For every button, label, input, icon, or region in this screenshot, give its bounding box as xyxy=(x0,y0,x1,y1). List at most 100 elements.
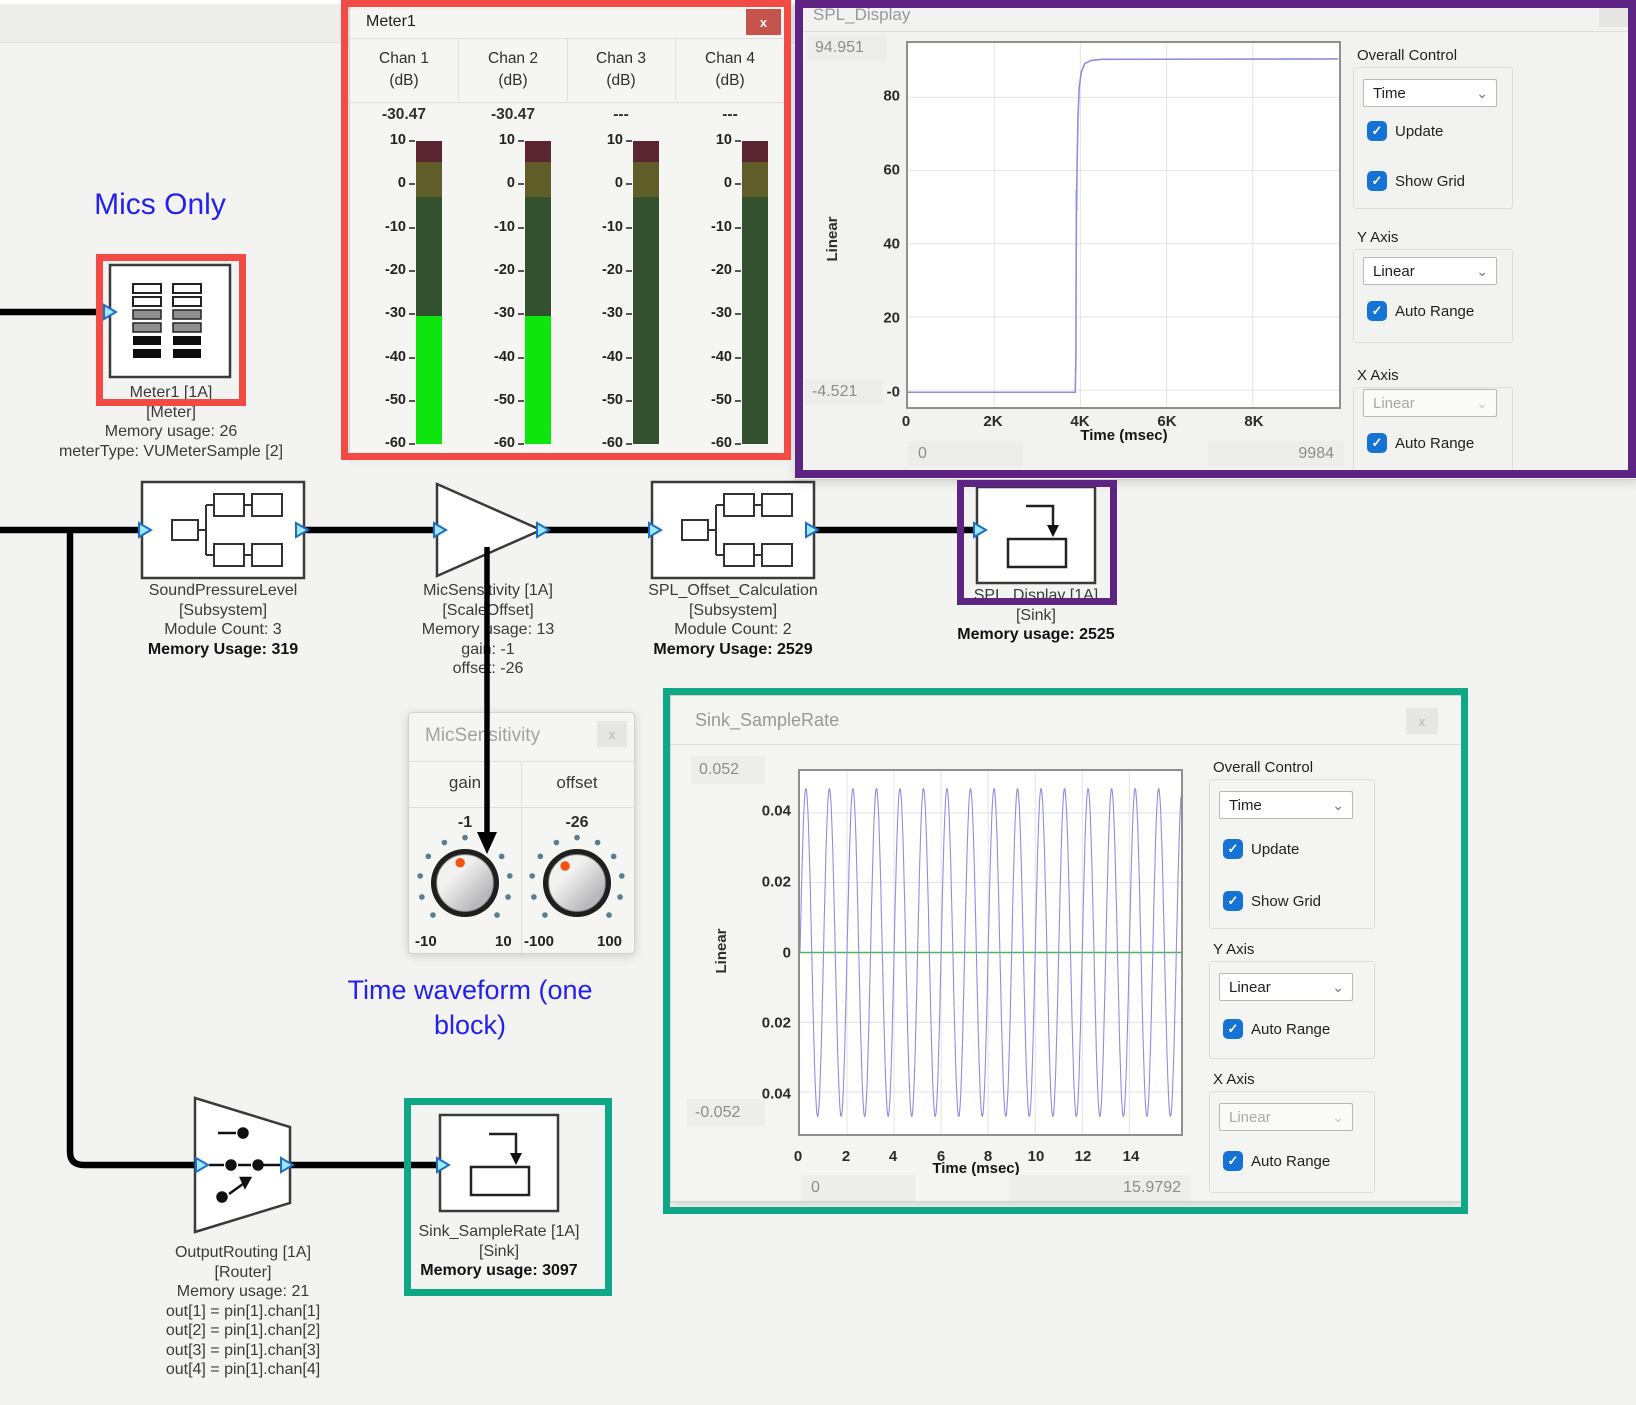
knob-value: -1 xyxy=(411,814,519,832)
grid-lines xyxy=(908,43,1339,407)
show-grid-checkbox[interactable] xyxy=(1223,891,1243,911)
update-label: Update xyxy=(1395,123,1443,140)
x-auto-range-label: Auto Range xyxy=(1251,1153,1330,1170)
y-tick: 0.04 xyxy=(743,1086,791,1103)
knob-name: gain xyxy=(411,773,519,793)
mic-sensitivity-window: MicSensitivity x gain offset -1 -26 xyxy=(408,712,635,954)
x-auto-range-checkbox[interactable] xyxy=(1367,433,1387,453)
overall-control-label: Overall Control xyxy=(1213,759,1313,776)
y-auto-range-label: Auto Range xyxy=(1395,303,1474,320)
channel-value: --- xyxy=(567,106,675,124)
y-scale-dropdown[interactable]: Linear xyxy=(1219,973,1353,1001)
knob-max: 10 xyxy=(495,933,512,950)
channel-unit: (dB) xyxy=(350,72,458,90)
x-tick: 10 xyxy=(1028,1148,1045,1165)
x-end-value: 9984 xyxy=(1208,441,1344,467)
meter1-window-title: Meter1 xyxy=(366,13,416,31)
channel-unit: (dB) xyxy=(676,72,784,90)
sink-samplerate-window-title: Sink_SampleRate xyxy=(695,710,839,731)
meter1-block[interactable] xyxy=(110,265,230,377)
x-auto-range-checkbox[interactable] xyxy=(1223,1151,1243,1171)
x-tick: 8K xyxy=(1244,413,1263,430)
y-auto-range-label: Auto Range xyxy=(1251,1021,1330,1038)
x-tick: 12 xyxy=(1075,1148,1092,1165)
y-tick: 80 xyxy=(852,88,900,105)
channel-value: --- xyxy=(676,106,784,124)
x-axis-label: X Axis xyxy=(1357,367,1399,384)
spl-curve xyxy=(908,59,1338,392)
sink-samplerate-window: Sink_SampleRate x 0.052 -0.052 Linear 0.… xyxy=(670,695,1462,1202)
knob-max: 100 xyxy=(597,933,622,950)
x-axis-name: Time (msec) xyxy=(932,1160,1019,1177)
y-tick: 0.02 xyxy=(743,1015,791,1032)
knob-indicator-dot xyxy=(560,861,569,870)
channel-name: Chan 2 xyxy=(459,50,567,68)
knob-min: -100 xyxy=(524,933,554,950)
close-icon[interactable]: x xyxy=(1406,708,1438,734)
spl-offset-calculation-block[interactable] xyxy=(652,482,814,578)
show-grid-label: Show Grid xyxy=(1395,173,1465,190)
show-grid-label: Show Grid xyxy=(1251,893,1321,910)
channel-value: -30.47 xyxy=(459,106,567,124)
meter-bar-chan2 xyxy=(525,141,551,444)
offset-knob[interactable] xyxy=(525,831,629,935)
close-icon[interactable]: x xyxy=(746,9,781,35)
update-label: Update xyxy=(1251,841,1299,858)
x-tick: 4 xyxy=(889,1148,897,1165)
y-min-value: -0.052 xyxy=(687,1099,765,1127)
spl-display-block[interactable] xyxy=(977,487,1095,583)
meter-bar-chan3 xyxy=(633,141,659,444)
channel-unit: (dB) xyxy=(567,72,675,90)
show-grid-checkbox[interactable] xyxy=(1367,171,1387,191)
x-scale-dropdown[interactable]: Linear xyxy=(1219,1103,1353,1131)
x-tick: 0 xyxy=(794,1148,802,1165)
spl-display-window: SPL_Display 94.951 -4.521 Linear 80 60 4… xyxy=(795,0,1636,480)
sink-samplerate-block[interactable] xyxy=(440,1115,558,1211)
x-start-value: 0 xyxy=(908,441,1023,467)
update-checkbox[interactable] xyxy=(1223,839,1243,859)
y-axis-label: Y Axis xyxy=(1357,229,1398,246)
channel-name: Chan 4 xyxy=(676,50,784,68)
spl-plot xyxy=(906,41,1341,409)
channel-unit: (dB) xyxy=(459,72,567,90)
y-auto-range-checkbox[interactable] xyxy=(1223,1019,1243,1039)
y-auto-range-checkbox[interactable] xyxy=(1367,301,1387,321)
meter1-block-label: Meter1 [1A] [Meter] Memory usage: 26 met… xyxy=(59,383,283,461)
y-tick: -0 xyxy=(852,384,900,401)
knob-indicator-dot xyxy=(455,858,464,867)
meter1-window: Meter1 x Chan 1 (dB) Chan 2 (dB) Chan 3 … xyxy=(349,5,785,455)
close-icon[interactable]: x xyxy=(597,721,627,747)
mode-dropdown[interactable]: Time xyxy=(1219,791,1353,819)
y-tick: 0.02 xyxy=(743,874,791,891)
knob-min: -10 xyxy=(415,933,437,950)
sound-pressure-level-block[interactable] xyxy=(142,482,304,578)
x-scale-dropdown[interactable]: Linear xyxy=(1363,389,1497,417)
gain-knob[interactable] xyxy=(413,831,517,935)
spl-display-window-title: SPL_Display xyxy=(813,5,910,25)
channel-value: -30.47 xyxy=(350,106,458,124)
y-tick: 20 xyxy=(852,310,900,327)
update-checkbox[interactable] xyxy=(1367,121,1387,141)
y-tick: 40 xyxy=(852,236,900,253)
x-axis-label: X Axis xyxy=(1213,1071,1255,1088)
x-start-value: 0 xyxy=(801,1175,915,1201)
meter-bar-chan4 xyxy=(742,141,768,444)
y-tick: 0 xyxy=(743,944,791,961)
overall-control-label: Overall Control xyxy=(1357,47,1457,64)
x-end-value: 15.9792 xyxy=(1009,1175,1191,1201)
mic-sensitivity-window-title: MicSensitivity xyxy=(425,725,540,747)
canvas: Mics Only Time waveform (one block) Mete… xyxy=(0,0,1636,1405)
x-tick: 14 xyxy=(1123,1148,1140,1165)
y-tick: 0.04 xyxy=(743,803,791,820)
y-scale-dropdown[interactable]: Linear xyxy=(1363,257,1497,285)
channel-name: Chan 1 xyxy=(350,50,458,68)
x-tick: 2 xyxy=(842,1148,850,1165)
mic-sensitivity-block[interactable] xyxy=(437,484,541,576)
x-auto-range-label: Auto Range xyxy=(1395,435,1474,452)
close-icon[interactable] xyxy=(1599,5,1629,27)
y-max-value: 94.951 xyxy=(807,35,887,61)
mode-dropdown[interactable]: Time xyxy=(1363,79,1497,107)
y-axis-name: Linear xyxy=(713,901,729,1001)
y-max-value: 0.052 xyxy=(691,756,765,784)
y-axis-label: Y Axis xyxy=(1213,941,1254,958)
